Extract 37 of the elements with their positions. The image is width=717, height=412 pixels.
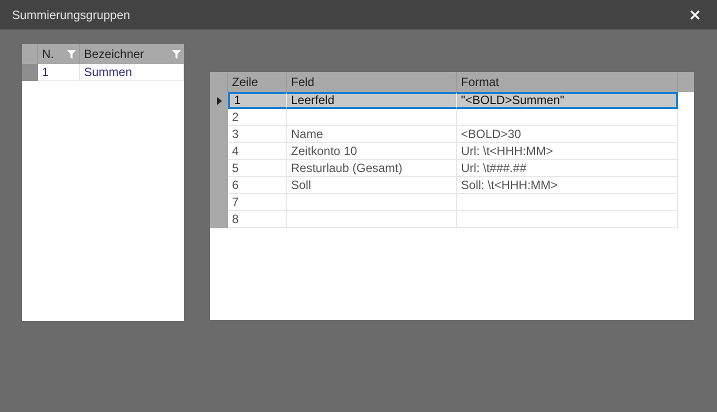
table-cell: Zeitkonto 10	[287, 143, 457, 160]
row-header-cell[interactable]	[210, 211, 228, 228]
table-cell: <BOLD>30	[457, 126, 678, 143]
table-cell: Name	[287, 126, 457, 143]
table-row[interactable]: 2	[210, 109, 694, 126]
table-cell: Summen	[80, 64, 184, 81]
table-cell: Url: \t<HHH:MM>	[457, 143, 678, 160]
table-row[interactable]: 6 Soll Soll: \t<HHH:MM>	[210, 177, 694, 194]
table-row[interactable]: 5 Resturlaub (Gesamt) Url: \t###.##	[210, 160, 694, 177]
table-cell: Soll: \t<HHH:MM>	[457, 177, 678, 194]
table-row[interactable]: 4 Zeitkonto 10 Url: \t<HHH:MM>	[210, 143, 694, 160]
table-row[interactable]: 7	[210, 194, 694, 211]
table-cell: 1	[228, 92, 287, 109]
column-header[interactable]: N.	[38, 44, 80, 64]
table-cell: Leerfeld	[287, 92, 457, 109]
table-cell: Soll	[287, 177, 457, 194]
table-row[interactable]: 8	[210, 211, 694, 228]
column-header[interactable]: Bezeichner	[80, 44, 184, 64]
table-cell: 5	[228, 160, 287, 177]
close-icon[interactable]	[690, 10, 700, 20]
window-title: Summierungsgruppen	[12, 8, 130, 22]
row-header-cell[interactable]	[22, 64, 38, 81]
table-cell: Resturlaub (Gesamt)	[287, 160, 457, 177]
table-cell: Url: \t###.##	[457, 160, 678, 177]
filter-icon[interactable]	[172, 50, 181, 58]
table-cell: 8	[228, 211, 287, 228]
filter-icon[interactable]	[67, 50, 76, 58]
table-cell: 3	[228, 126, 287, 143]
current-row-icon	[216, 96, 222, 104]
table-cell: 7	[228, 194, 287, 211]
table-cell: 2	[228, 109, 287, 126]
table-row[interactable]: 3 Name <BOLD>30	[210, 126, 694, 143]
table-cell: 4	[228, 143, 287, 160]
table-cell: 1	[38, 64, 80, 81]
table-cell: 6	[228, 177, 287, 194]
table-cell: "<BOLD>Summen"	[457, 92, 678, 109]
table-row[interactable]: 1 Leerfeld "<BOLD>Summen"	[210, 92, 694, 109]
